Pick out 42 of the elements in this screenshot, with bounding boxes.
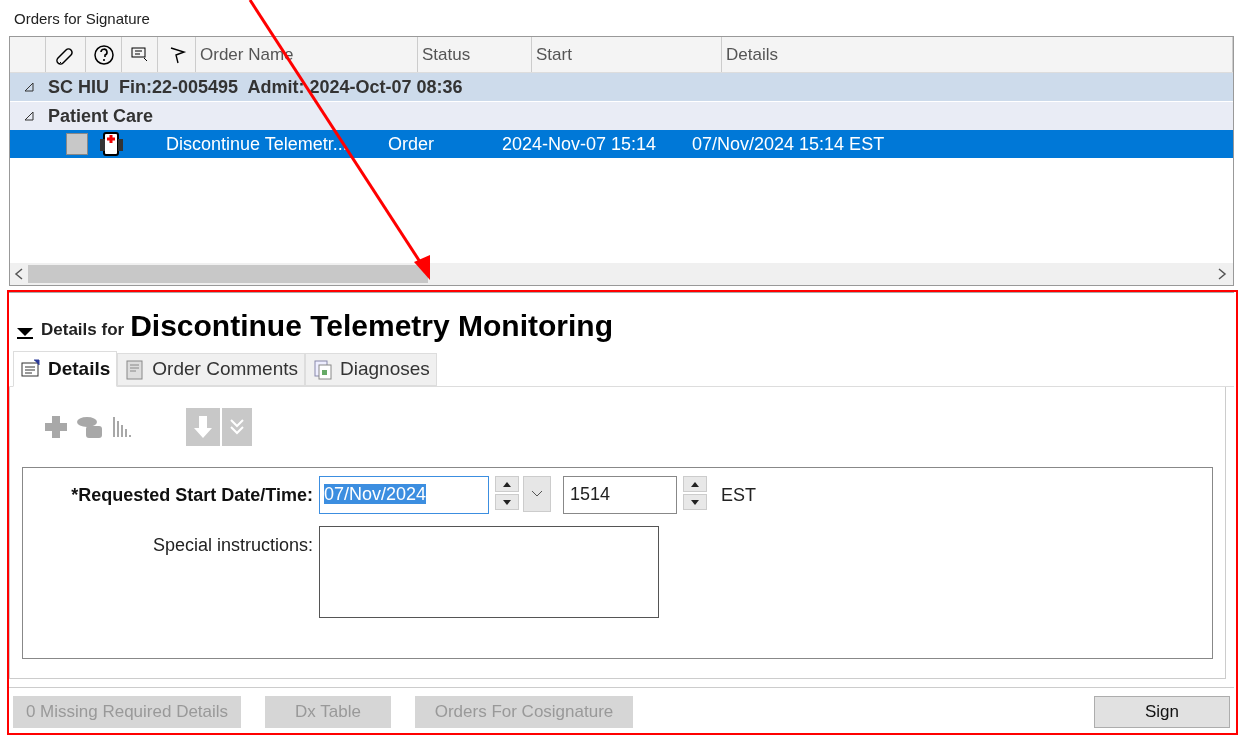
field-label: Special instructions:: [151, 534, 314, 557]
spin-buttons[interactable]: [495, 476, 519, 510]
tab[interactable]: Diagnoses: [305, 353, 437, 386]
field-label: *Requested Start Date/Time:: [70, 484, 314, 507]
time-field[interactable]: 1514: [563, 476, 677, 514]
tab[interactable]: Order Comments: [117, 353, 305, 386]
instructions-field[interactable]: [319, 526, 659, 618]
spin-up-icon[interactable]: [691, 481, 699, 487]
details-cell-text: 07/Nov/2024 15:14 EST: [691, 132, 885, 156]
group-label: SC HIU Fin:22-005495 Admit: 2024-Oct-07 08:36: [48, 75, 463, 99]
spin-buttons[interactable]: [683, 476, 707, 510]
group-row[interactable]: Patient Care: [10, 102, 1233, 130]
column-header[interactable]: Start: [532, 41, 572, 68]
start-cell-text: 2024-Nov-07 15:14: [501, 132, 658, 156]
expanded-toggle-icon[interactable]: [24, 82, 34, 92]
status-cell-text: Order: [387, 132, 435, 156]
tab[interactable]: Details: [13, 351, 118, 387]
sign-button[interactable]: Sign: [1094, 695, 1230, 728]
telemetry-device-icon: [98, 131, 126, 157]
expanded-toggle-icon[interactable]: [24, 111, 34, 121]
scrollbar-thumb[interactable]: [28, 265, 428, 283]
horizontal-scrollbar[interactable]: [10, 263, 1233, 285]
spin-up-icon[interactable]: [503, 481, 511, 487]
time-zone: EST: [721, 484, 756, 507]
column-header[interactable]: Details: [722, 41, 778, 68]
collapse-caret-icon[interactable]: [15, 325, 35, 339]
scroll-right-icon[interactable]: [1217, 268, 1227, 280]
row-checkbox[interactable]: [66, 133, 88, 155]
spin-down-icon[interactable]: [503, 499, 511, 505]
group-label: Patient Care: [48, 104, 154, 128]
spin-down-icon[interactable]: [691, 499, 699, 505]
list-title: Orders for Signature: [13, 9, 151, 29]
column-header[interactable]: Status: [418, 41, 471, 68]
group-row[interactable]: SC HIU Fin:22-005495 Admit: 2024-Oct-07 08:36: [10, 73, 1233, 101]
chevron-down-icon: [531, 490, 543, 498]
scroll-left-icon[interactable]: [14, 268, 24, 280]
details-title: Discontinue Telemetry Monitoring: [130, 309, 613, 343]
details-prefix: Details for: [41, 318, 125, 341]
tab-icon: [20, 358, 42, 380]
date-value: 07/Nov/2024: [324, 484, 427, 504]
tab-icon: [312, 358, 334, 381]
help-column-icon[interactable]: [92, 43, 115, 66]
